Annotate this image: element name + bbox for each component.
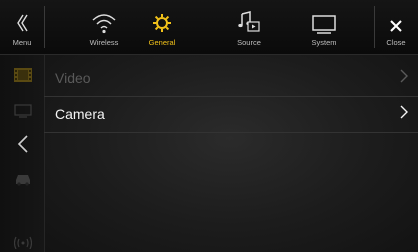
monitor-icon	[311, 0, 337, 34]
divider	[44, 6, 45, 48]
close-label: Close	[386, 38, 406, 47]
screen: Menu Wireless General Source System Clos…	[0, 0, 418, 252]
chevron-left-double-icon	[15, 0, 29, 34]
list-item-camera-label: Camera	[55, 106, 105, 122]
list-item-video[interactable]: Video	[44, 60, 418, 97]
film-icon[interactable]	[14, 66, 32, 84]
tab-general-label: General	[148, 38, 176, 47]
close-icon	[388, 0, 404, 34]
music-note-icon	[237, 0, 261, 34]
tab-source[interactable]: Source	[219, 0, 279, 54]
chevron-right-icon	[400, 105, 408, 122]
gear-icon	[151, 0, 173, 34]
sidebar	[0, 55, 45, 252]
wifi-icon	[91, 0, 117, 34]
screen-icon[interactable]	[14, 102, 32, 120]
tab-source-label: Source	[237, 38, 261, 47]
tab-wireless-label: Wireless	[89, 38, 119, 47]
tab-wireless[interactable]: Wireless	[74, 0, 134, 54]
tab-system[interactable]: System	[292, 0, 356, 54]
radio-waves-icon[interactable]	[14, 233, 32, 251]
list-item-video-label: Video	[55, 70, 91, 86]
menu-label: Menu	[12, 38, 32, 47]
top-bar: Menu Wireless General Source System Clos…	[0, 0, 418, 55]
close-button[interactable]: Close	[374, 0, 418, 54]
tab-general[interactable]: General	[132, 0, 192, 54]
menu-button[interactable]: Menu	[0, 0, 44, 54]
back-chevron-icon[interactable]	[14, 135, 32, 153]
car-icon[interactable]	[14, 170, 32, 188]
chevron-right-icon	[400, 69, 408, 86]
tab-system-label: System	[311, 38, 337, 47]
list-item-camera[interactable]: Camera	[44, 96, 418, 133]
